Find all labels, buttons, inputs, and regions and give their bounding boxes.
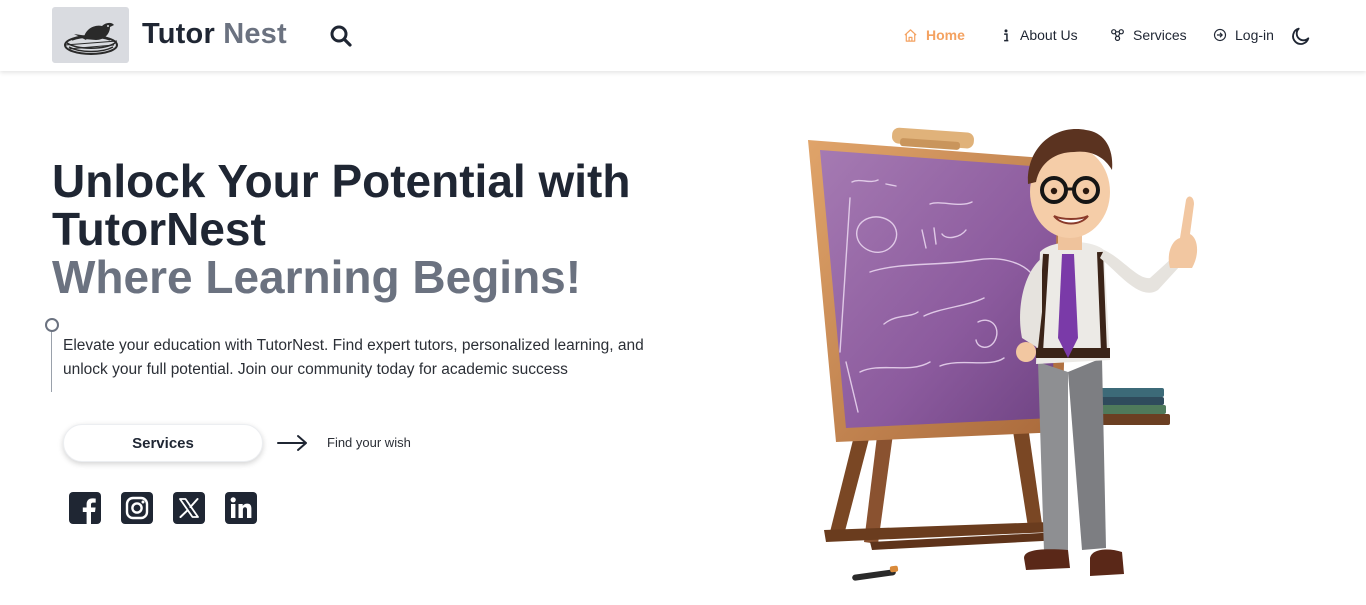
brand-part-1: Tutor [142, 18, 215, 50]
accent-dot [45, 318, 59, 332]
brand-part-2: Nest [223, 18, 287, 50]
nav-services-label: Services [1133, 27, 1187, 43]
instagram-icon[interactable] [121, 492, 153, 524]
teacher-character [1016, 129, 1198, 576]
nest-bird-icon [63, 22, 118, 55]
teacher-illustration [808, 127, 1198, 581]
info-icon [1004, 28, 1009, 41]
services-button[interactable]: Services [63, 424, 263, 462]
nav-home-label: Home [926, 27, 965, 43]
hero-description: Elevate your education with TutorNest. F… [63, 337, 644, 378]
cta-hint: Find your wish [327, 435, 411, 450]
hero-subtitle: Where Learning Begins! [52, 251, 582, 303]
hero-title-line-1: Unlock Your Potential with [52, 155, 631, 207]
x-icon[interactable] [173, 492, 205, 524]
nav-about-label: About Us [1020, 27, 1078, 43]
nav-home[interactable]: Home [903, 25, 965, 45]
nav-services[interactable]: Services [1110, 25, 1187, 45]
hero-title-line-2: TutorNest [52, 203, 266, 255]
nav-about-us[interactable]: About Us [1000, 25, 1078, 45]
books [1092, 388, 1170, 425]
chalk-marker [852, 565, 899, 581]
accent-line [51, 325, 52, 392]
services-icon [1111, 28, 1124, 41]
search-icon[interactable] [329, 24, 353, 48]
login-icon [1213, 28, 1227, 42]
nav-login-label: Log-in [1235, 27, 1274, 43]
brand-name[interactable]: Tutor Nest [142, 18, 287, 51]
navbar: Tutor Nest Home About Us Services Log-in [0, 0, 1366, 71]
linkedin-icon[interactable] [225, 492, 257, 524]
hero-title: Unlock Your Potential with TutorNest Whe… [52, 157, 732, 301]
arrow-right-icon [277, 435, 307, 451]
facebook-icon[interactable] [69, 492, 101, 524]
logo[interactable] [52, 7, 129, 63]
home-icon [904, 28, 917, 42]
nav-login[interactable]: Log-in [1213, 25, 1274, 45]
moon-icon[interactable] [1290, 25, 1312, 47]
